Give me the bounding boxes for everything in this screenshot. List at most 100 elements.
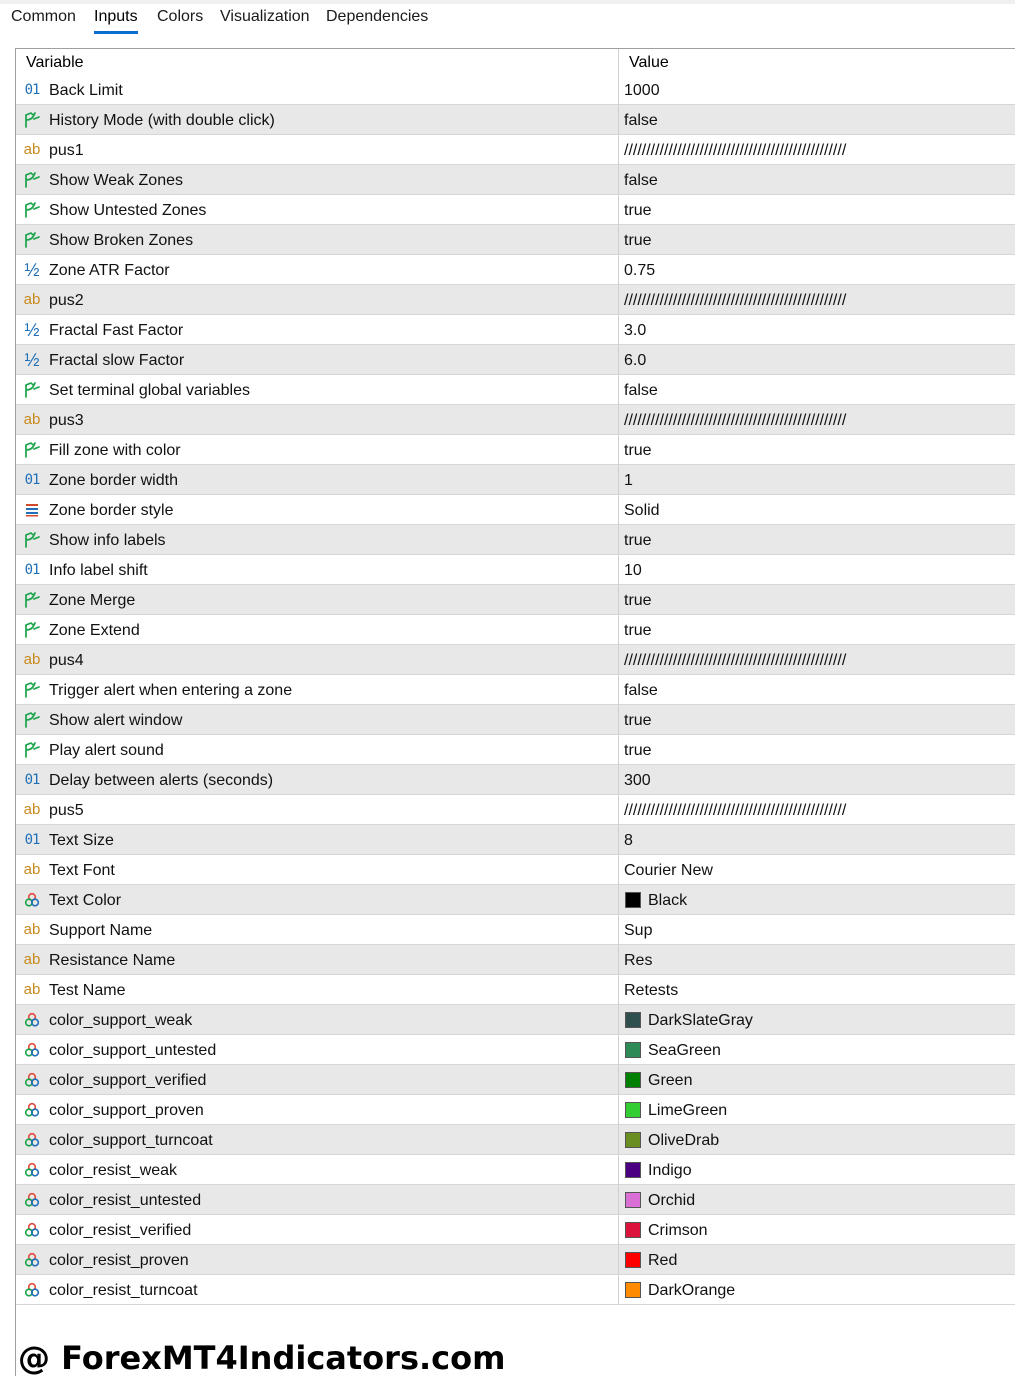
table-row[interactable]: Trigger alert when entering a zone false — [16, 675, 1015, 705]
table-row[interactable]: ab pus1 //////////////////////////////////… — [16, 135, 1015, 165]
value-cell[interactable]: ////////////////////////////////////////… — [618, 795, 1015, 824]
table-row[interactable]: ab Text Font Courier New — [16, 855, 1015, 885]
table-row[interactable]: Fill zone with color true — [16, 435, 1015, 465]
value-cell[interactable]: 0.75 — [618, 255, 1015, 284]
tab-common[interactable]: Common — [11, 4, 76, 38]
table-row[interactable]: color_resist_weak Indigo — [16, 1155, 1015, 1185]
table-row[interactable]: Zone Extend true — [16, 615, 1015, 645]
color-swatch[interactable] — [625, 1132, 641, 1148]
value-cell[interactable]: Sup — [618, 915, 1015, 944]
value-cell[interactable]: ////////////////////////////////////////… — [618, 645, 1015, 674]
color-swatch[interactable] — [625, 1012, 641, 1028]
table-row[interactable]: color_resist_verified Crimson — [16, 1215, 1015, 1245]
table-row[interactable]: color_support_proven LimeGreen — [16, 1095, 1015, 1125]
value-cell[interactable]: 3.0 — [618, 315, 1015, 344]
table-row[interactable]: ab Support Name Sup — [16, 915, 1015, 945]
value-cell[interactable]: true — [618, 225, 1015, 254]
value-cell[interactable]: 300 — [618, 765, 1015, 794]
value-cell[interactable]: true — [618, 705, 1015, 734]
table-row[interactable]: 01 Delay between alerts (seconds) 300 — [16, 765, 1015, 795]
table-row[interactable]: color_support_untested SeaGreen — [16, 1035, 1015, 1065]
color-swatch[interactable] — [625, 1102, 641, 1118]
tab-visualization[interactable]: Visualization — [220, 4, 310, 38]
value-cell[interactable]: 10 — [618, 555, 1015, 584]
value-cell[interactable]: Indigo — [618, 1155, 1015, 1184]
value-cell[interactable]: 6.0 — [618, 345, 1015, 374]
value-cell[interactable]: ////////////////////////////////////////… — [618, 135, 1015, 164]
value-cell[interactable]: 1 — [618, 465, 1015, 494]
tab-inputs[interactable]: Inputs — [94, 4, 138, 38]
value-cell[interactable]: Courier New — [618, 855, 1015, 884]
table-row[interactable]: ab pus2 //////////////////////////////////… — [16, 285, 1015, 315]
table-row[interactable]: Play alert sound true — [16, 735, 1015, 765]
value-cell[interactable]: Green — [618, 1065, 1015, 1094]
value-cell[interactable]: OliveDrab — [618, 1125, 1015, 1154]
value-cell[interactable]: true — [618, 525, 1015, 554]
table-row[interactable]: Text Color Black — [16, 885, 1015, 915]
table-row[interactable]: 01 Text Size 8 — [16, 825, 1015, 855]
value-cell[interactable]: DarkSlateGray — [618, 1005, 1015, 1034]
color-swatch[interactable] — [625, 892, 641, 908]
table-row[interactable]: Show Broken Zones true — [16, 225, 1015, 255]
table-row[interactable]: color_support_turncoat OliveDrab — [16, 1125, 1015, 1155]
value-cell[interactable]: ////////////////////////////////////////… — [618, 285, 1015, 314]
color-swatch[interactable] — [625, 1162, 641, 1178]
table-row[interactable]: ab Test Name Retests — [16, 975, 1015, 1005]
tab-colors[interactable]: Colors — [157, 4, 203, 38]
table-row[interactable]: Set terminal global variables false — [16, 375, 1015, 405]
table-row[interactable]: ab Resistance Name Res — [16, 945, 1015, 975]
value-cell[interactable]: Black — [618, 885, 1015, 914]
table-row[interactable]: color_resist_untested Orchid — [16, 1185, 1015, 1215]
value-cell[interactable]: true — [618, 435, 1015, 464]
value-cell[interactable]: false — [618, 675, 1015, 704]
table-row[interactable]: 01 Zone border width 1 — [16, 465, 1015, 495]
table-row[interactable]: Show Weak Zones false — [16, 165, 1015, 195]
color-swatch[interactable] — [625, 1192, 641, 1208]
value-cell[interactable]: Red — [618, 1245, 1015, 1274]
column-header-variable[interactable]: Variable — [16, 49, 618, 75]
table-row[interactable]: ½ Zone ATR Factor 0.75 — [16, 255, 1015, 285]
table-row[interactable]: Zone Merge true — [16, 585, 1015, 615]
table-row[interactable]: 01 Back Limit 1000 — [16, 75, 1015, 105]
table-row[interactable]: color_support_weak DarkSlateGray — [16, 1005, 1015, 1035]
value-cell[interactable]: 8 — [618, 825, 1015, 854]
color-swatch[interactable] — [625, 1072, 641, 1088]
tab-dependencies[interactable]: Dependencies — [326, 4, 428, 38]
table-row[interactable]: Zone border style Solid — [16, 495, 1015, 525]
table-row[interactable]: color_support_verified Green — [16, 1065, 1015, 1095]
table-row[interactable]: ½ Fractal Fast Factor 3.0 — [16, 315, 1015, 345]
color-swatch[interactable] — [625, 1282, 641, 1298]
value-cell[interactable]: Crimson — [618, 1215, 1015, 1244]
value-cell[interactable]: true — [618, 585, 1015, 614]
table-row[interactable]: color_resist_turncoat DarkOrange — [16, 1275, 1015, 1305]
value-cell[interactable]: true — [618, 735, 1015, 764]
table-row[interactable]: Show alert window true — [16, 705, 1015, 735]
value-cell[interactable]: true — [618, 615, 1015, 644]
table-row[interactable]: Show Untested Zones true — [16, 195, 1015, 225]
value-cell[interactable]: Solid — [618, 495, 1015, 524]
value-cell[interactable]: false — [618, 375, 1015, 404]
value-cell[interactable]: ////////////////////////////////////////… — [618, 405, 1015, 434]
value-cell[interactable]: Res — [618, 945, 1015, 974]
value-cell[interactable]: Retests — [618, 975, 1015, 1004]
value-cell[interactable]: Orchid — [618, 1185, 1015, 1214]
color-swatch[interactable] — [625, 1252, 641, 1268]
value-cell[interactable]: DarkOrange — [618, 1275, 1015, 1304]
value-cell[interactable]: false — [618, 105, 1015, 134]
table-row[interactable]: ab pus5 //////////////////////////////////… — [16, 795, 1015, 825]
table-row[interactable]: History Mode (with double click) false — [16, 105, 1015, 135]
value-cell[interactable]: true — [618, 195, 1015, 224]
color-swatch[interactable] — [625, 1222, 641, 1238]
column-header-value[interactable]: Value — [618, 49, 1015, 75]
value-cell[interactable]: 1000 — [618, 75, 1015, 104]
color-swatch[interactable] — [625, 1042, 641, 1058]
table-row[interactable]: color_resist_proven Red — [16, 1245, 1015, 1275]
table-row[interactable]: ab pus4 //////////////////////////////////… — [16, 645, 1015, 675]
table-row[interactable]: ½ Fractal slow Factor 6.0 — [16, 345, 1015, 375]
table-row[interactable]: 01 Info label shift 10 — [16, 555, 1015, 585]
value-cell[interactable]: false — [618, 165, 1015, 194]
value-cell[interactable]: LimeGreen — [618, 1095, 1015, 1124]
table-row[interactable]: Show info labels true — [16, 525, 1015, 555]
table-row[interactable]: ab pus3 //////////////////////////////////… — [16, 405, 1015, 435]
value-cell[interactable]: SeaGreen — [618, 1035, 1015, 1064]
